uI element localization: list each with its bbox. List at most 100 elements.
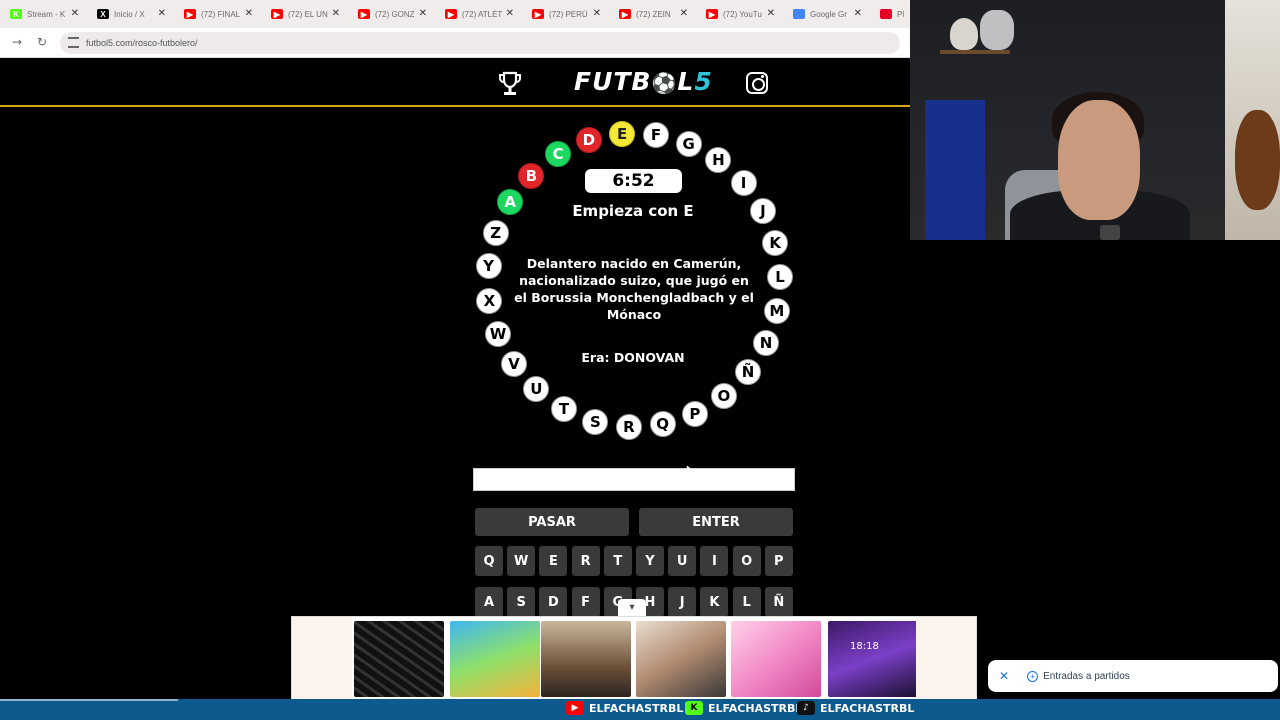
browser-tab[interactable]: ▶ (72) EL UN ✕ <box>261 0 348 28</box>
tab-close-icon[interactable]: ✕ <box>71 8 79 19</box>
tab-close-icon[interactable]: ✕ <box>767 8 775 19</box>
rosco-letter: W <box>485 320 511 347</box>
youtube-icon: ▶ <box>566 701 584 715</box>
enter-button[interactable]: ENTER <box>639 508 793 536</box>
logo-text: FUTB <box>574 67 652 96</box>
browser-tab[interactable]: K Stream - K ✕ <box>0 0 87 28</box>
webcam-feed <box>910 0 1280 240</box>
youtube-icon: ▶ <box>619 9 631 19</box>
pinterest-icon <box>880 9 892 19</box>
site-settings-icon[interactable] <box>68 37 79 48</box>
webcam-guitar <box>1235 110 1280 210</box>
keyboard-key[interactable]: Y <box>636 546 664 576</box>
webcam-microphone <box>1100 225 1120 240</box>
logo-text-l: L <box>677 67 695 96</box>
ad-product-mousepad[interactable] <box>354 621 444 697</box>
tab-close-icon[interactable]: ✕ <box>332 8 340 19</box>
browser-tab[interactable]: ▶ (72) GONZ ✕ <box>348 0 435 28</box>
ad-product-kids-tablet[interactable] <box>450 621 540 697</box>
browser-tab[interactable]: ▶ (72) FINAL ✕ <box>174 0 261 28</box>
tab-label: (72) YouTu <box>723 9 762 19</box>
browser-tab[interactable]: ▶ (72) ZEIN ✕ <box>609 0 696 28</box>
keyboard-key[interactable]: S <box>507 587 536 617</box>
close-icon[interactable]: ✕ <box>999 669 1009 683</box>
ad-product-phone-case[interactable] <box>636 621 726 697</box>
hint-text: Era: DONOVAN <box>581 350 685 365</box>
reload-icon[interactable]: ↻ <box>37 35 47 49</box>
keyboard-key[interactable]: F <box>571 587 600 617</box>
tab-close-icon[interactable]: ✕ <box>419 8 427 19</box>
keyboard-key[interactable]: U <box>668 546 697 576</box>
tab-close-icon[interactable]: ✕ <box>245 8 253 19</box>
ad-fade-left <box>292 617 352 699</box>
x-icon: X <box>97 9 109 19</box>
futbol5-logo[interactable]: FUTB⚽L5 <box>574 67 713 96</box>
keyboard-key[interactable]: D <box>539 587 568 617</box>
webcam-shelf <box>940 50 1010 54</box>
rosco-letter: U <box>523 376 550 403</box>
social-handle-text: ELFACHASTRBL <box>708 701 803 715</box>
ad-product-purple-phone[interactable]: 18:18 <box>828 621 918 697</box>
rosco-letter: V <box>500 350 527 377</box>
stream-overlay-bar: ▶ ELFACHASTRBL K ELFACHASTRBL ♪ ELFACHASTRBL <box>0 699 1280 720</box>
keyboard-key[interactable]: Ñ <box>764 587 793 617</box>
keyboard-key[interactable]: J <box>668 587 697 617</box>
tab-close-icon[interactable]: ✕ <box>680 8 688 19</box>
trophy-icon[interactable] <box>498 71 522 97</box>
rosco-letter: L <box>767 263 793 290</box>
tab-close-icon[interactable]: ✕ <box>593 8 601 19</box>
rosco-letter: F <box>643 121 669 148</box>
answer-input[interactable] <box>473 468 795 491</box>
rosco-letter: G <box>675 130 702 157</box>
browser-tab[interactable]: ▶ (72) YouTu ✕ <box>696 0 783 28</box>
keyboard-key[interactable]: T <box>603 546 632 576</box>
tab-close-icon[interactable]: ✕ <box>506 8 514 19</box>
browser-tab[interactable]: ▶ (72) ATLÉT ✕ <box>435 0 522 28</box>
rosco-letter: J <box>749 198 776 224</box>
keyboard-key[interactable]: K <box>700 587 729 617</box>
youtube-icon: ▶ <box>184 9 196 19</box>
tab-close-icon[interactable]: ✕ <box>158 8 166 19</box>
screen: K Stream - K ✕ X Inicio / X ✕ ▶ (72) FINAL ✕ ▶ (72… <box>0 0 1280 720</box>
keyboard-key[interactable]: I <box>700 546 729 576</box>
tab-label: (72) EL UN <box>288 9 328 19</box>
rosco-letter: M <box>763 297 790 324</box>
keyboard-key[interactable]: L <box>732 587 761 617</box>
tab-close-icon[interactable]: ✕ <box>854 8 862 19</box>
phone-time-text: 18:18 <box>850 641 879 652</box>
youtube-icon: ▶ <box>445 9 457 19</box>
tab-label: (72) PERÚ <box>549 9 588 19</box>
url-field[interactable]: futbol5.com/rosco-futbolero/ <box>60 32 900 54</box>
browser-tab[interactable]: Google Gr ✕ <box>783 0 870 28</box>
site-header: FUTB⚽L5 <box>0 59 910 107</box>
notification-popup[interactable]: ✕ + Entradas a partidos <box>988 660 1278 692</box>
rosco-letter: O <box>710 382 737 409</box>
rosco-letter: H <box>705 147 732 174</box>
instagram-icon[interactable] <box>746 72 768 94</box>
browser-tab[interactable]: ▶ (72) PERÚ ✕ <box>522 0 609 28</box>
keyboard-key[interactable]: W <box>507 546 536 576</box>
keyboard-key[interactable]: Q <box>475 546 503 576</box>
keyboard-key[interactable]: E <box>539 546 568 576</box>
browser-tab[interactable]: X Inicio / X ✕ <box>87 0 174 28</box>
forward-icon[interactable]: → <box>12 35 22 49</box>
tiktok-icon: ♪ <box>797 701 815 715</box>
keyboard-key[interactable]: O <box>732 546 761 576</box>
tab-label: Google Gr <box>810 9 847 19</box>
rosco-letter: A <box>497 189 524 216</box>
browser-tab[interactable]: Pl✕ <box>870 0 910 28</box>
ad-banner[interactable]: 18:18 <box>291 616 977 700</box>
keyboard-key[interactable]: R <box>571 546 600 576</box>
keyboard-key[interactable]: A <box>475 587 503 617</box>
collapse-ad-chevron-icon[interactable]: ▾ <box>618 599 646 616</box>
logo-ball-icon: ⚽ <box>651 71 678 95</box>
question-clue: Delantero nacido en Camerún, nacionaliza… <box>514 256 754 322</box>
tab-label: (72) ATLÉT <box>462 9 503 19</box>
ad-fade-right <box>916 617 976 699</box>
ad-product-pink-phone[interactable] <box>731 621 821 697</box>
keyboard-key[interactable]: P <box>764 546 793 576</box>
rosco-letter: I <box>730 169 757 196</box>
pass-button[interactable]: PASAR <box>475 508 629 536</box>
ad-product-desk-setup[interactable] <box>541 621 631 697</box>
webcam-person-face <box>1058 100 1140 220</box>
